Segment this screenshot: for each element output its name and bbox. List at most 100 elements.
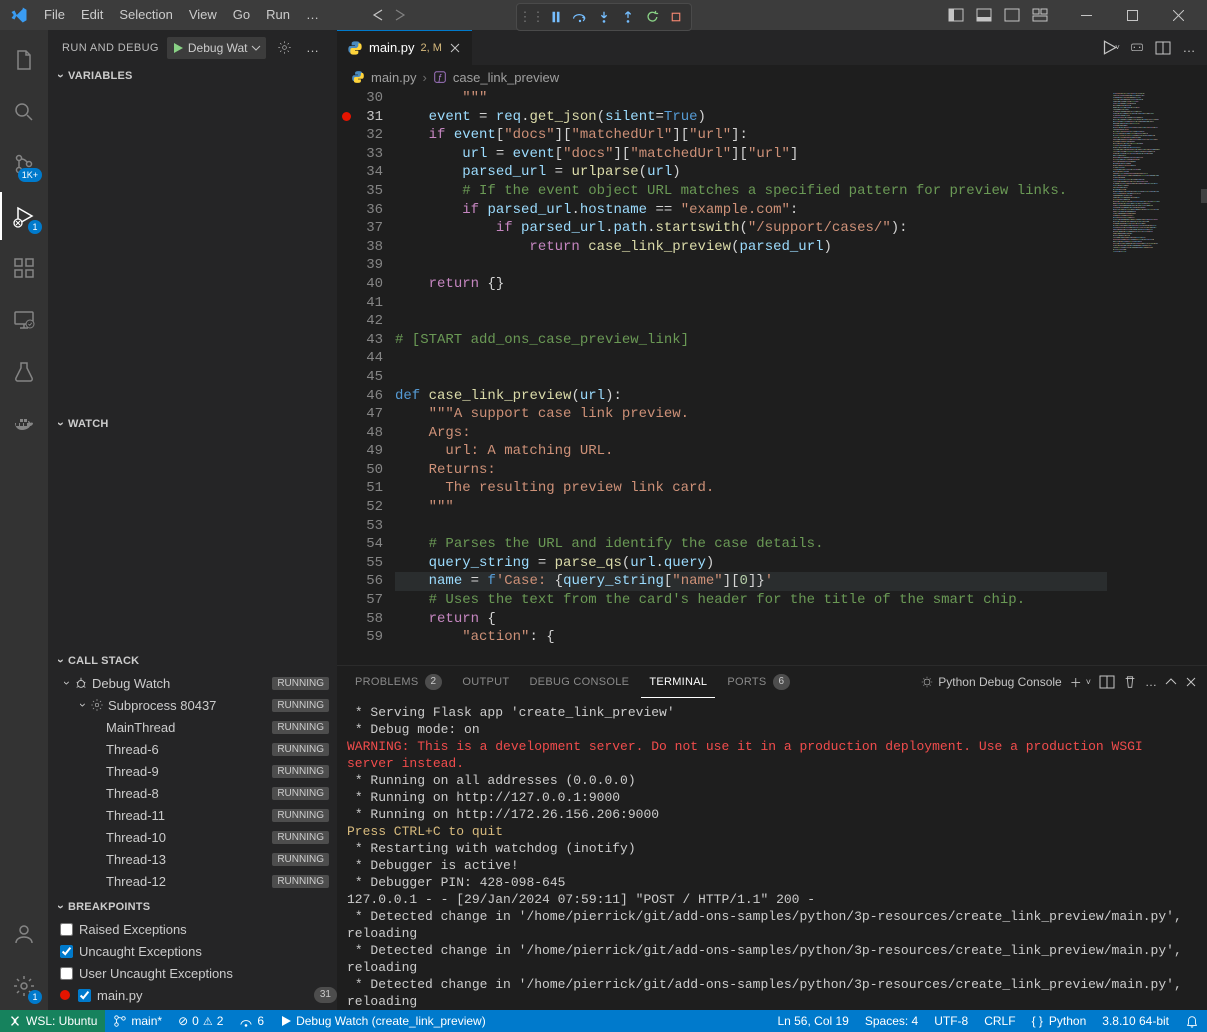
tab-more-icon[interactable]: … (1177, 36, 1201, 60)
breakpoint-dot-icon[interactable] (342, 112, 351, 121)
tab-output[interactable]: OUTPUT (454, 666, 517, 698)
status-indent[interactable]: Spaces: 4 (857, 1010, 926, 1032)
step-out-icon[interactable] (617, 6, 639, 28)
breakpoint-file[interactable]: main.py31 (48, 984, 337, 1006)
panel-maximize-icon[interactable] (1165, 676, 1177, 688)
status-debug[interactable]: Debug Watch (create_link_preview) (272, 1010, 494, 1032)
terminal-output[interactable]: * Serving Flask app 'create_link_preview… (337, 698, 1207, 1010)
kill-terminal-icon[interactable] (1123, 675, 1137, 689)
run-file-icon[interactable]: ˅ (1099, 36, 1123, 60)
tab-debug-console[interactable]: DEBUG CONSOLE (521, 666, 637, 698)
menu-edit[interactable]: Edit (73, 0, 111, 30)
checkbox[interactable] (60, 923, 73, 936)
breakpoint-option[interactable]: Uncaught Exceptions (48, 940, 337, 962)
nav-back-icon[interactable] (367, 4, 389, 26)
status-ports[interactable]: 6 (231, 1010, 272, 1032)
checkbox[interactable] (60, 967, 73, 980)
tab-main-py[interactable]: main.py 2, M (337, 30, 473, 65)
sidebar-title: RUN AND DEBUG (62, 42, 159, 54)
docker-icon[interactable] (0, 400, 48, 448)
accounts-icon[interactable] (0, 910, 48, 958)
callstack-row[interactable]: ›Thread-6RUNNING (48, 738, 337, 760)
panel-close-icon[interactable] (1185, 676, 1197, 688)
tab-ports[interactable]: PORTS6 (719, 666, 798, 698)
menu-file[interactable]: File (36, 0, 73, 30)
status-remote[interactable]: WSL: Ubuntu (0, 1010, 105, 1032)
status-eol[interactable]: CRLF (976, 1010, 1023, 1032)
run-debug-icon[interactable]: 1 (0, 192, 48, 240)
layout-custom-icon[interactable] (1029, 4, 1051, 26)
debug-file-icon[interactable] (1125, 36, 1149, 60)
status-notifications-icon[interactable] (1177, 1010, 1207, 1032)
source-control-icon[interactable]: 1K+ (0, 140, 48, 188)
status-interpreter[interactable]: 3.8.10 64-bit (1094, 1010, 1177, 1032)
callstack-row[interactable]: ›Thread-9RUNNING (48, 760, 337, 782)
section-callstack[interactable]: ›CALL STACK (48, 650, 337, 672)
menu-run[interactable]: Run (258, 0, 298, 30)
code-editor[interactable]: 3031323334353637383940414243444546474849… (337, 89, 1207, 665)
layout-bottom-icon[interactable] (973, 4, 995, 26)
play-icon[interactable] (172, 42, 184, 54)
close-icon[interactable] (448, 41, 462, 55)
layout-left-icon[interactable] (945, 4, 967, 26)
menu-go[interactable]: Go (225, 0, 258, 30)
callstack-row[interactable]: ›Thread-11RUNNING (48, 804, 337, 826)
pause-icon[interactable] (545, 6, 567, 28)
debug-settings-icon[interactable] (274, 38, 294, 58)
new-terminal-icon[interactable]: ＋˅ (1070, 674, 1091, 691)
section-breakpoints[interactable]: ›BREAKPOINTS (48, 896, 337, 918)
status-language[interactable]: { }Python (1024, 1010, 1095, 1032)
callstack-row[interactable]: ›MainThreadRUNNING (48, 716, 337, 738)
stop-icon[interactable] (665, 6, 687, 28)
callstack-row[interactable]: ›Thread-10RUNNING (48, 826, 337, 848)
checkbox[interactable] (78, 989, 91, 1002)
split-editor-icon[interactable] (1151, 36, 1175, 60)
breadcrumb[interactable]: main.py › ƒ case_link_preview (337, 65, 1207, 89)
menu-selection[interactable]: Selection (111, 0, 180, 30)
breadcrumb-symbol[interactable]: case_link_preview (453, 70, 559, 85)
scm-badge: 1K+ (18, 168, 42, 182)
section-variables[interactable]: ›VARIABLES (48, 65, 337, 87)
layout-right-icon[interactable] (1001, 4, 1023, 26)
debug-config-select[interactable]: Debug Wat (167, 37, 267, 59)
remote-explorer-icon[interactable] (0, 296, 48, 344)
settings-gear-icon[interactable]: 1 (0, 962, 48, 1010)
callstack-row[interactable]: ›Thread-8RUNNING (48, 782, 337, 804)
callstack-row[interactable]: ›Debug WatchRUNNING (48, 672, 337, 694)
callstack-row[interactable]: ›Subprocess 80437RUNNING (48, 694, 337, 716)
section-watch[interactable]: ›WATCH (48, 413, 337, 435)
step-over-icon[interactable] (569, 6, 591, 28)
section-breakpoints-label: BREAKPOINTS (68, 901, 150, 913)
more-icon[interactable]: … (302, 38, 322, 58)
debug-toolbar[interactable]: ⋮⋮ (516, 3, 692, 31)
status-branch[interactable]: main* (105, 1010, 170, 1032)
window-maximize-icon[interactable] (1109, 0, 1155, 30)
breakpoint-option[interactable]: User Uncaught Exceptions (48, 962, 337, 984)
search-icon[interactable] (0, 88, 48, 136)
callstack-row[interactable]: ›Thread-13RUNNING (48, 848, 337, 870)
window-close-icon[interactable] (1155, 0, 1201, 30)
nav-forward-icon[interactable] (389, 4, 411, 26)
explorer-icon[interactable] (0, 36, 48, 84)
status-cursor[interactable]: Ln 56, Col 19 (769, 1010, 856, 1032)
extensions-icon[interactable] (0, 244, 48, 292)
breakpoint-option[interactable]: Raised Exceptions (48, 918, 337, 940)
window-minimize-icon[interactable] (1063, 0, 1109, 30)
menu-more[interactable]: … (298, 0, 327, 30)
step-into-icon[interactable] (593, 6, 615, 28)
checkbox[interactable] (60, 945, 73, 958)
tab-problems[interactable]: PROBLEMS2 (347, 666, 450, 698)
menu-view[interactable]: View (181, 0, 225, 30)
status-problems[interactable]: 0 2 (170, 1010, 231, 1032)
callstack-row[interactable]: ›Thread-12RUNNING (48, 870, 337, 892)
tab-terminal[interactable]: TERMINAL (641, 666, 715, 698)
minimap[interactable]: ▬▬▬▬▬▬▬▬▬▬▬▬▬▬▬▬▬▬▬▬▬▬▬▬▬▬ ▬▬▬▬▬▬▬▬▬▬▬▬▬… (1107, 89, 1207, 665)
status-encoding[interactable]: UTF-8 (926, 1010, 976, 1032)
terminal-profile[interactable]: Python Debug Console (920, 675, 1061, 689)
split-terminal-icon[interactable] (1099, 675, 1115, 689)
grip-icon[interactable]: ⋮⋮ (521, 6, 543, 28)
panel-more-icon[interactable]: … (1145, 675, 1157, 689)
restart-icon[interactable] (641, 6, 663, 28)
breadcrumb-file[interactable]: main.py (371, 70, 417, 85)
testing-icon[interactable] (0, 348, 48, 396)
